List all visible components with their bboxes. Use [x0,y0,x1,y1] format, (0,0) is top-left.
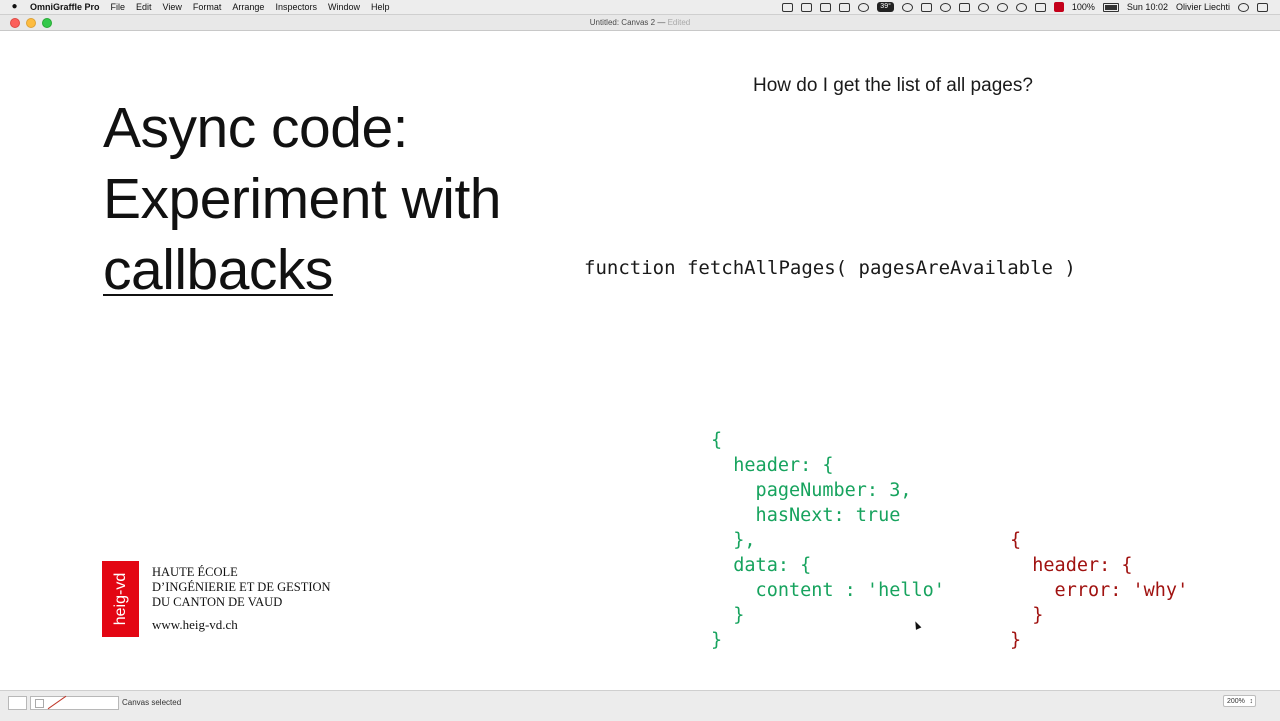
menu-arrange[interactable]: Arrange [232,2,264,12]
stroke-box-icon [35,699,44,708]
window-titlebar: Untitled: Canvas 2 — Edited [0,15,1280,31]
clock[interactable]: Sun 10:02 [1127,2,1168,12]
logo-line-3: DU CANTON DE VAUD [152,595,283,609]
stroke-swatch[interactable] [30,695,119,710]
logo-mark-text: heig-vd [111,572,129,626]
success-response-json[interactable]: { header: { pageNumber: 3, hasNext: true… [711,428,945,653]
menu-help[interactable]: Help [371,2,390,12]
edited-status[interactable]: Edited [668,18,691,27]
menu-bar-left: ● OmniGraffle Pro File Edit View Format … [10,0,390,14]
logo-line-2: D’INGÉNIERIE ET DE GESTION [152,580,331,594]
copy-icon[interactable] [839,2,851,12]
document-title[interactable]: Untitled: Canvas 2 — [590,18,666,27]
temperature-badge[interactable]: 39° [877,2,894,12]
menu-view[interactable]: View [163,2,182,12]
fill-swatch[interactable] [8,696,27,710]
screenshot-icon[interactable] [782,2,794,12]
sync-icon[interactable] [901,2,913,12]
logo-line-1: HAUTE ÉCOLE [152,565,238,579]
battery-percent[interactable]: 100% [1072,2,1095,12]
menu-bar-extras: 39° 100% Sun 10:02 Olivier Liechti [782,0,1268,14]
apple-icon[interactable]: ● [10,0,19,14]
function-signature[interactable]: function fetchAllPages( pagesAreAvailabl… [584,257,1076,279]
time-machine-icon[interactable] [977,2,989,12]
title-line-1: Async code: [103,96,409,160]
menu-file[interactable]: File [111,2,126,12]
flag-icon[interactable] [1053,2,1064,12]
wifi-icon[interactable] [1015,2,1027,12]
no-stroke-icon [47,695,67,710]
question-text[interactable]: How do I get the list of all pages? [753,75,1033,97]
menu-bar: ● OmniGraffle Pro File Edit View Format … [0,0,1280,15]
battery-icon[interactable] [1102,2,1119,12]
dropbox-icon[interactable] [801,2,813,12]
window-title: Untitled: Canvas 2 — Edited [0,15,1280,30]
status-bar: Canvas selected 200% [0,690,1280,721]
bluetooth-icon[interactable] [996,2,1008,12]
selection-status: Canvas selected [122,698,182,707]
drive-icon[interactable] [920,2,932,12]
cloud-icon[interactable] [939,2,951,12]
keyboard-icon[interactable] [958,2,970,12]
logo-text: HAUTE ÉCOLE D’INGÉNIERIE ET DE GESTION D… [152,565,331,632]
notification-center-icon[interactable] [1257,2,1268,12]
title-line-3: callbacks [103,238,333,302]
canvas[interactable]: Async code: Experiment with callbacks Ho… [5,31,1275,690]
menu-edit[interactable]: Edit [136,2,152,12]
slide-title[interactable]: Async code: Experiment with callbacks [103,93,502,306]
close-box-icon[interactable] [820,2,832,12]
logo-url: www.heig-vd.ch [152,617,238,632]
logo-mark: heig-vd [102,561,139,637]
error-response-json[interactable]: { header: { error: 'why' } } [1010,528,1188,653]
title-line-2: Experiment with [103,167,502,231]
menu-format[interactable]: Format [193,2,222,12]
user-name[interactable]: Olivier Liechti [1176,2,1230,12]
app-extra-icon[interactable] [858,2,870,12]
search-icon[interactable] [1238,2,1249,12]
menu-window[interactable]: Window [328,2,360,12]
menu-app-name[interactable]: OmniGraffle Pro [30,2,100,12]
volume-icon[interactable] [1034,2,1046,12]
menu-inspectors[interactable]: Inspectors [275,2,317,12]
zoom-select[interactable]: 200% [1223,695,1256,708]
